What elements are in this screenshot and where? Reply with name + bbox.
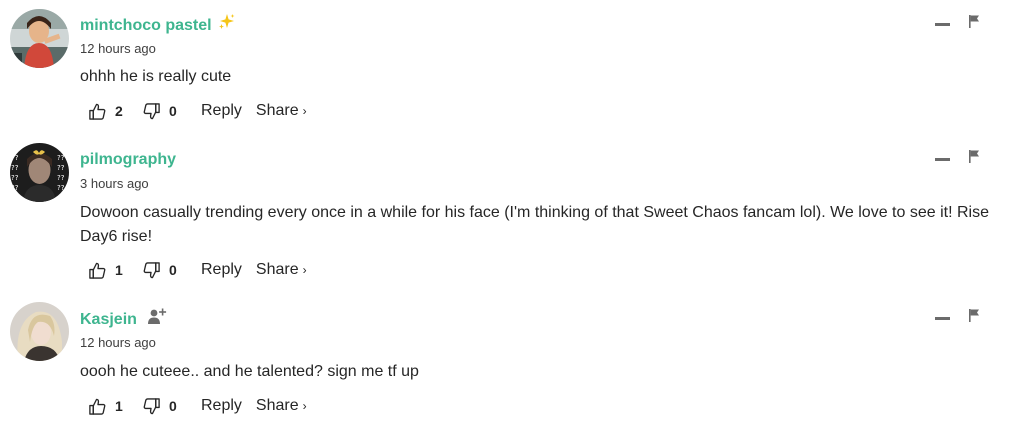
avatar-caption-7: ?? bbox=[57, 174, 65, 182]
reply-button[interactable]: Reply bbox=[201, 102, 242, 120]
avatar-caption-8: ?? bbox=[57, 184, 65, 192]
thumbs-up-icon[interactable] bbox=[88, 102, 107, 121]
share-button[interactable]: Share › bbox=[256, 261, 307, 279]
avatar[interactable] bbox=[10, 302, 69, 361]
timestamp[interactable]: 12 hours ago bbox=[80, 41, 156, 56]
avatar-caption-3: ?? bbox=[11, 174, 19, 182]
sparkles-icon bbox=[218, 13, 236, 36]
like-count: 2 bbox=[115, 103, 123, 119]
avatar-image bbox=[10, 302, 69, 361]
comments-page: { "comments": [ { "username": "mintchoco… bbox=[0, 0, 1017, 425]
comment-3: Kasjein 12 hours ago oooh he cuteee.. an… bbox=[0, 290, 1017, 425]
thumbs-down-icon[interactable] bbox=[142, 261, 161, 280]
dislike-count: 0 bbox=[169, 398, 177, 414]
avatar[interactable]: ?? ?? ?? ?? ?? ?? ?? ?? bbox=[10, 143, 69, 202]
like-count: 1 bbox=[115, 262, 123, 278]
comment-text: Dowoon casually trending every once in a… bbox=[80, 204, 989, 245]
avatar-caption-1: ?? bbox=[11, 154, 19, 162]
reply-button[interactable]: Reply bbox=[201, 397, 242, 415]
comment-text: oooh he cuteee.. and he talented? sign m… bbox=[80, 363, 419, 380]
share-label: Share bbox=[255, 102, 299, 119]
username-text: Kasjein bbox=[80, 311, 137, 329]
reply-button[interactable]: Reply bbox=[201, 261, 242, 279]
flag-icon[interactable] bbox=[969, 15, 980, 28]
share-button[interactable]: Share › bbox=[256, 397, 307, 415]
timestamp[interactable]: 12 hours ago bbox=[80, 335, 156, 350]
avatar-image: ?? ?? ?? ?? ?? ?? ?? ?? bbox=[10, 143, 69, 202]
avatar[interactable] bbox=[10, 9, 69, 68]
avatar-caption-4: ?? bbox=[11, 184, 19, 192]
thumbs-down-icon[interactable] bbox=[142, 397, 161, 416]
minimize-icon[interactable] bbox=[935, 158, 950, 161]
dislike-count: 0 bbox=[169, 103, 177, 119]
add-user-icon[interactable] bbox=[148, 307, 167, 330]
comment-text: ohhh he is really cute bbox=[80, 68, 232, 85]
chevron-right-icon: › bbox=[302, 399, 307, 413]
avatar-caption-2: ?? bbox=[11, 164, 19, 172]
comment-actions: 1 0 Reply Share › bbox=[88, 395, 307, 417]
comment-actions: 2 0 Reply Share › bbox=[88, 100, 307, 122]
avatar-caption-5: ?? bbox=[57, 154, 65, 162]
chevron-right-icon: › bbox=[302, 104, 307, 118]
comment-2: ?? ?? ?? ?? ?? ?? ?? ?? pilmography 3 ho… bbox=[0, 140, 1017, 290]
thumbs-up-icon[interactable] bbox=[88, 397, 107, 416]
thumbs-up-icon[interactable] bbox=[88, 261, 107, 280]
username[interactable]: mintchoco pastel bbox=[80, 13, 236, 36]
flag-icon[interactable] bbox=[969, 150, 980, 163]
username[interactable]: pilmography bbox=[80, 151, 176, 169]
share-label: Share bbox=[255, 261, 299, 278]
username-text: mintchoco pastel bbox=[80, 17, 212, 35]
username[interactable]: Kasjein bbox=[80, 307, 167, 330]
comment-1: mintchoco pastel 12 hours ago ohhh he is… bbox=[0, 0, 1017, 140]
share-label: Share bbox=[255, 397, 299, 414]
comment-actions: 1 0 Reply Share › bbox=[88, 259, 307, 281]
like-count: 1 bbox=[115, 398, 123, 414]
dislike-count: 0 bbox=[169, 262, 177, 278]
chevron-right-icon: › bbox=[302, 263, 307, 277]
avatar-image bbox=[10, 9, 69, 68]
thumbs-down-icon[interactable] bbox=[142, 102, 161, 121]
timestamp[interactable]: 3 hours ago bbox=[80, 176, 149, 191]
avatar-caption-6: ?? bbox=[57, 164, 65, 172]
flag-icon[interactable] bbox=[969, 309, 980, 322]
minimize-icon[interactable] bbox=[935, 23, 950, 26]
minimize-icon[interactable] bbox=[935, 317, 950, 320]
share-button[interactable]: Share › bbox=[256, 102, 307, 120]
